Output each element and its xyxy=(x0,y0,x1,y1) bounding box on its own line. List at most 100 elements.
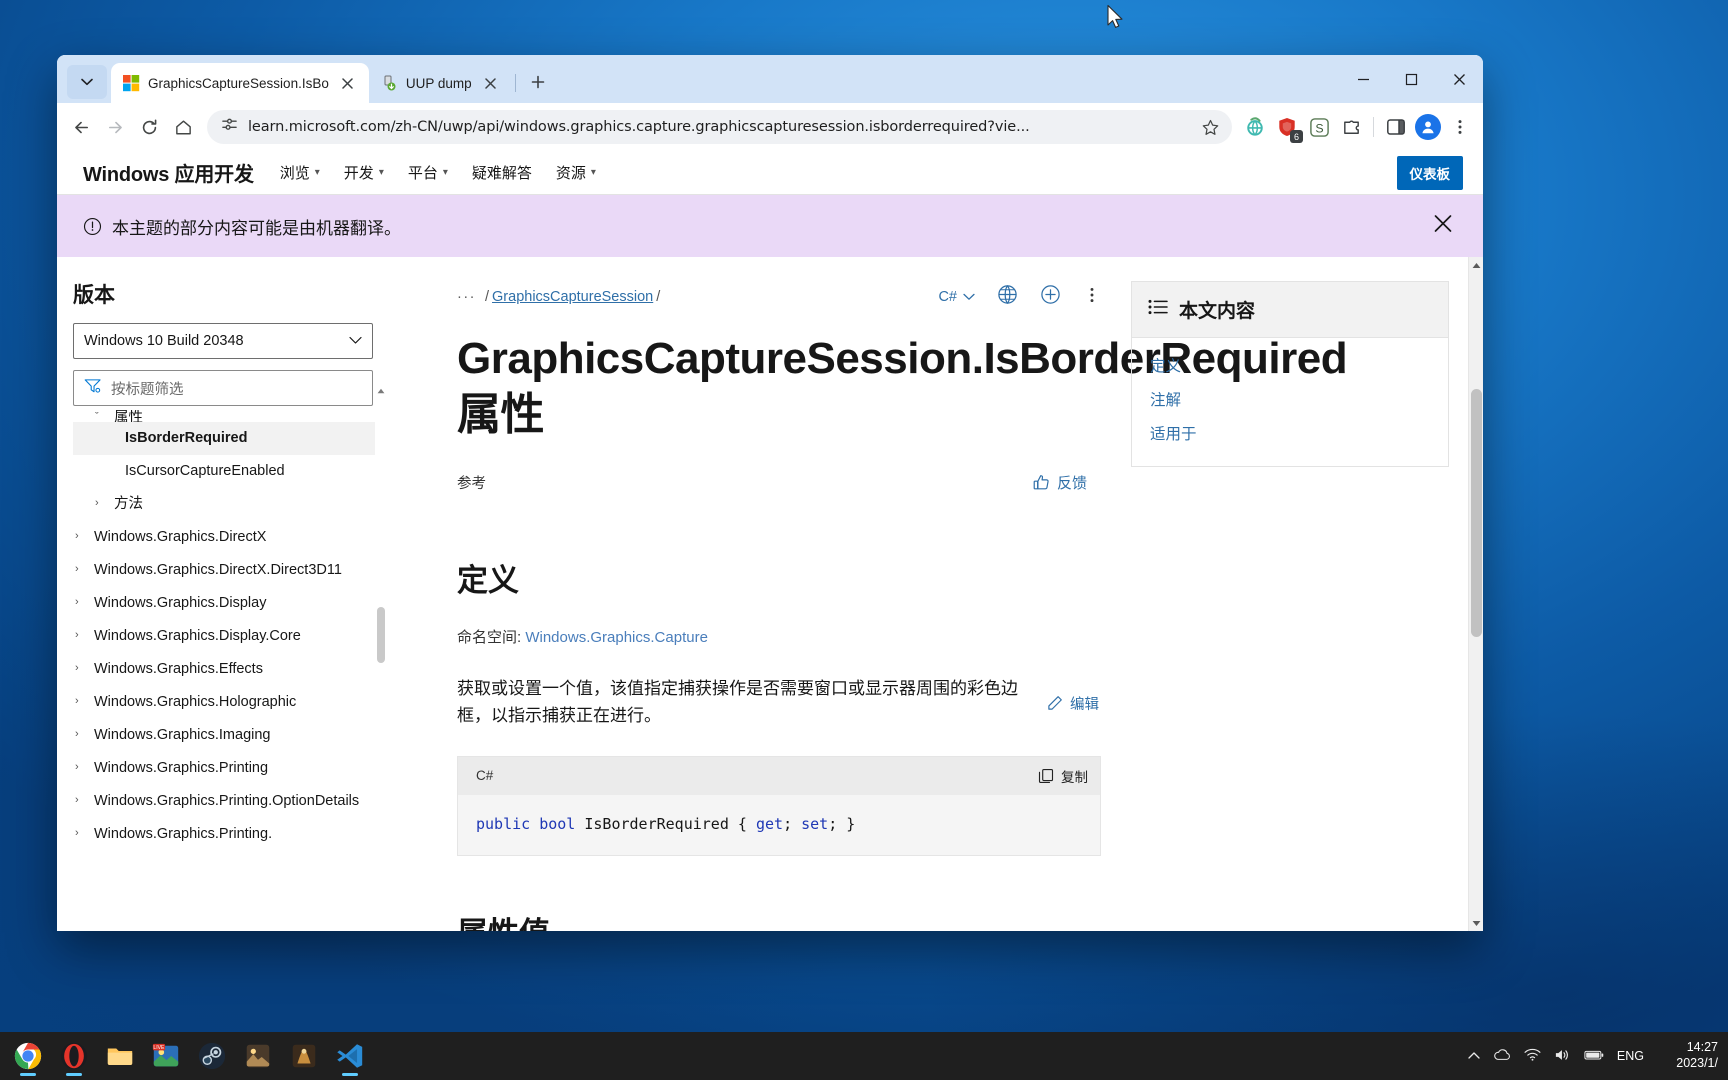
profile-avatar-icon[interactable] xyxy=(1413,112,1443,142)
feedback-label: 反馈 xyxy=(1056,474,1087,492)
puzzle-icon xyxy=(1343,119,1359,134)
tree-item-printing[interactable]: › Windows.Graphics.Printing xyxy=(73,752,375,785)
network-tray-icon[interactable] xyxy=(1524,1048,1541,1064)
tree-item-printing-partial[interactable]: › Windows.Graphics.Printing. xyxy=(73,818,375,851)
version-select-dropdown[interactable]: Windows 10 Build 20348 xyxy=(73,323,373,359)
copy-code-button[interactable]: 复制 xyxy=(1038,766,1088,786)
namespace-link[interactable]: Windows.Graphics.Capture xyxy=(525,629,708,646)
edit-link[interactable]: 编辑 xyxy=(1047,677,1099,730)
page-scroll-down-button[interactable] xyxy=(1469,915,1483,931)
toc-link-definition[interactable]: 定义 xyxy=(1150,354,1430,376)
battery-tray-icon[interactable] xyxy=(1584,1049,1604,1064)
window-minimize-button[interactable] xyxy=(1339,55,1387,103)
translate-globe-icon[interactable] xyxy=(997,284,1018,310)
toc-link-remarks[interactable]: 注解 xyxy=(1150,388,1430,410)
site-nav-item-1[interactable]: 开发 ▾ xyxy=(344,162,384,183)
site-title[interactable]: Windows 应用开发 xyxy=(83,158,254,187)
side-panel-icon[interactable] xyxy=(1381,112,1411,142)
language-indicator[interactable]: ENG xyxy=(1617,1049,1644,1063)
article-header-actions: C# xyxy=(938,284,1101,310)
folder-glyph xyxy=(107,1048,133,1065)
home-button[interactable] xyxy=(167,111,199,143)
browser-tab-1[interactable]: UUP dump xyxy=(369,63,512,103)
tab-close-button[interactable] xyxy=(337,72,359,94)
site-nav-item-4[interactable]: 资源 ▾ xyxy=(556,162,596,183)
site-nav-item-3[interactable]: 疑难解答 xyxy=(472,162,532,183)
tab-close-button[interactable] xyxy=(480,72,502,94)
dashboard-button[interactable]: 仪表板 xyxy=(1396,155,1463,190)
volume-tray-icon[interactable] xyxy=(1554,1048,1571,1065)
forward-button[interactable] xyxy=(99,111,131,143)
bookmark-star-icon[interactable] xyxy=(1196,113,1224,141)
photos-taskbar-icon[interactable] xyxy=(236,1034,280,1078)
tree-item-iscursorcaptureenabled[interactable]: IsCursorCaptureEnabled xyxy=(73,455,375,488)
extension-badge-count: 6 xyxy=(1290,130,1303,143)
language-selector[interactable]: C# xyxy=(938,289,975,305)
address-bar[interactable]: learn.microsoft.com/zh-CN/uwp/api/window… xyxy=(207,110,1232,144)
steam-taskbar-icon[interactable] xyxy=(190,1034,234,1078)
sidebar-scrollbar-thumb[interactable] xyxy=(377,607,385,663)
toc-link-applies-to[interactable]: 适用于 xyxy=(1150,422,1430,444)
site-nav-label: 浏览 xyxy=(279,165,310,182)
red-shield-extension-icon[interactable]: 6 xyxy=(1272,112,1303,143)
tree-item-holographic[interactable]: › Windows.Graphics.Holographic xyxy=(73,686,375,719)
tune-icon[interactable] xyxy=(221,116,238,138)
chrome-taskbar-icon[interactable] xyxy=(6,1034,50,1078)
browser-tab-0[interactable]: GraphicsCaptureSession.IsBo xyxy=(111,63,369,103)
vscode-taskbar-icon[interactable] xyxy=(328,1034,372,1078)
tree-item-properties[interactable]: ˇ 属性 xyxy=(73,410,375,422)
site-nav-label: 开发 xyxy=(343,165,374,182)
left-sidebar: 版本 Windows 10 Build 20348 按标题筛选 ˇ 属性 IsB… xyxy=(57,257,387,931)
star-icon xyxy=(1202,119,1218,135)
tab-search-button[interactable] xyxy=(67,65,107,99)
tree-item-isborderrequired[interactable]: IsBorderRequired xyxy=(73,422,375,456)
s-letter-extension-icon[interactable]: S xyxy=(1304,112,1334,142)
clock-time: 14:27 xyxy=(1686,1040,1718,1055)
breadcrumb-parent-link[interactable]: GraphicsCaptureSession xyxy=(492,289,653,305)
file-explorer-taskbar-icon[interactable] xyxy=(98,1034,142,1078)
game-taskbar-icon[interactable] xyxy=(282,1034,326,1078)
banner-close-button[interactable] xyxy=(1433,214,1453,239)
sidebar-scrollbar[interactable] xyxy=(376,385,386,931)
tree-item-methods[interactable]: › 方法 xyxy=(73,488,375,521)
code-language-label: C# xyxy=(476,768,494,784)
filter-input[interactable]: 按标题筛选 xyxy=(73,370,373,406)
kebab-glyph xyxy=(1090,287,1094,302)
page-scrollbar-thumb[interactable] xyxy=(1471,389,1482,637)
taskbar-clock[interactable]: 14:27 2023/1/ xyxy=(1654,1040,1718,1071)
site-nav-item-2[interactable]: 平台 ▾ xyxy=(408,162,448,183)
more-vertical-icon[interactable] xyxy=(1083,285,1101,310)
new-tab-button[interactable] xyxy=(523,67,553,97)
microsoft-logo-icon xyxy=(123,74,140,92)
add-plus-circle-icon[interactable] xyxy=(1040,284,1061,310)
tree-item-printing-optiondetails[interactable]: › Windows.Graphics.Printing.OptionDetail… xyxy=(73,785,375,818)
uup-dump-icon xyxy=(381,75,398,92)
onedrive-tray-icon[interactable] xyxy=(1493,1048,1511,1064)
code-block-body[interactable]: public bool IsBorderRequired { get; set;… xyxy=(458,794,1100,855)
tree-item-effects[interactable]: › Windows.Graphics.Effects xyxy=(73,653,375,686)
close-icon xyxy=(1434,215,1452,232)
sidebar-scroll-up-arrow[interactable] xyxy=(376,385,386,397)
tree-item-direct3d11[interactable]: › Windows.Graphics.DirectX.Direct3D11 xyxy=(73,554,375,587)
puzzle-extensions-icon[interactable] xyxy=(1336,112,1366,142)
breadcrumb-ellipsis[interactable]: ··· xyxy=(457,289,476,305)
opera-gx-taskbar-icon[interactable] xyxy=(52,1034,96,1078)
windows-taskbar: LIVE ENG 14:27 2023/1/ xyxy=(0,1032,1728,1080)
feedback-link[interactable]: 反馈 xyxy=(1033,472,1087,493)
reload-button[interactable] xyxy=(133,111,165,143)
kebab-menu-icon[interactable] xyxy=(1445,112,1475,142)
live-wallpaper-taskbar-icon[interactable]: LIVE xyxy=(144,1034,188,1078)
back-button[interactable] xyxy=(65,111,97,143)
tree-item-imaging[interactable]: › Windows.Graphics.Imaging xyxy=(73,719,375,752)
page-scrollbar[interactable] xyxy=(1468,257,1483,931)
teal-globe-extension-icon[interactable] xyxy=(1240,112,1270,142)
page-scroll-up-button[interactable] xyxy=(1469,257,1483,273)
window-maximize-button[interactable] xyxy=(1387,55,1435,103)
tree-item-display[interactable]: › Windows.Graphics.Display xyxy=(73,587,375,620)
home-icon xyxy=(175,120,191,134)
window-close-button[interactable] xyxy=(1435,55,1483,103)
tree-item-directx[interactable]: › Windows.Graphics.DirectX xyxy=(73,521,375,554)
site-nav-item-0[interactable]: 浏览 ▾ xyxy=(280,162,320,183)
show-hidden-icons-chevron[interactable] xyxy=(1468,1049,1480,1063)
tree-item-display-core[interactable]: › Windows.Graphics.Display.Core xyxy=(73,620,375,653)
